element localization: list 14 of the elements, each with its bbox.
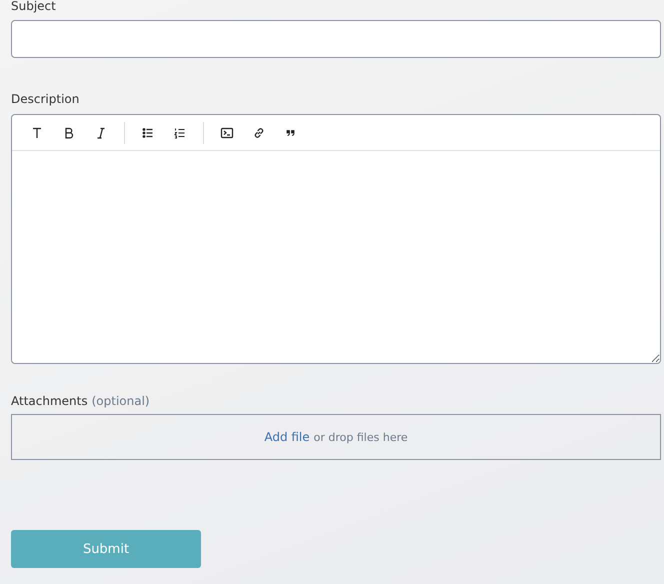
- description-label: Description: [11, 91, 80, 107]
- dropzone-text: or drop files here: [314, 430, 408, 444]
- numbered-list-icon[interactable]: [173, 126, 187, 140]
- terminal-icon[interactable]: [220, 126, 234, 140]
- file-dropzone[interactable]: Add file or drop files here: [11, 414, 661, 460]
- bullet-list-icon[interactable]: [141, 126, 155, 140]
- add-file-link[interactable]: Add file: [264, 430, 310, 444]
- link-icon[interactable]: [252, 126, 266, 140]
- subject-field[interactable]: [11, 20, 661, 58]
- submit-button[interactable]: Submit: [11, 530, 201, 568]
- heading-icon[interactable]: [30, 126, 44, 140]
- attachments-label: Attachments: [11, 393, 88, 409]
- subject-label: Subject: [11, 0, 56, 14]
- optional-hint: (optional): [92, 393, 150, 409]
